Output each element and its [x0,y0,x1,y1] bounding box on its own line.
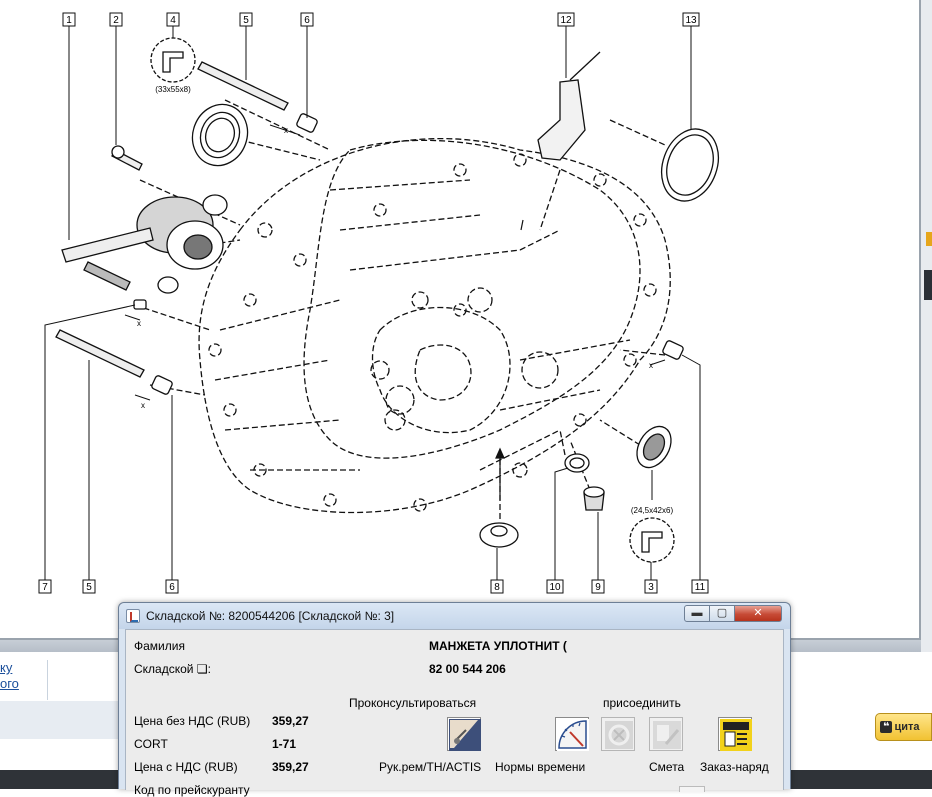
disabled-part-icon [605,721,633,749]
x-mark: x [141,401,145,410]
callout-7: 7 [42,582,48,593]
underlying-link[interactable]: ку [0,660,47,676]
quote-button[interactable]: ❝ цита [875,713,932,741]
x-mark: x [649,361,653,370]
x-mark: x [137,319,141,328]
callout-2: 2 [113,15,119,26]
stock-number-label: Складской ❏: [134,662,211,676]
price-code-label: Код по прейскуранту [134,783,250,797]
quote-button-label: цита [894,721,920,733]
minimize-button[interactable]: ▬ [684,605,710,622]
dialog-titlebar[interactable]: Складской №: 8200544206 [Складской №: 3]… [119,603,790,629]
part-info-dialog: Складской №: 8200544206 [Складской №: 3]… [118,602,791,797]
estimate-button[interactable] [649,717,683,751]
underlying-links: ку ого [0,660,48,700]
work-order-caption: Заказ-наряд [700,760,769,774]
callout-6-bottom: 6 [169,582,175,593]
underlying-link[interactable]: ого [0,676,47,692]
callout-12: 12 [560,15,572,26]
seal-dimension-bottom: (24,5x42x6) [631,506,674,515]
gearbox-housing-drawing: 1 2 4 5 6 12 13 7 5 6 8 10 9 3 11 (33x55… [38,12,720,594]
work-order-icon [720,719,752,751]
right-scroll-gutter [921,0,932,652]
field-edge [679,786,705,792]
work-order-button[interactable] [718,717,752,751]
price-no-vat-label: Цена без НДС (RUB) [134,714,251,728]
callout-13: 13 [685,15,697,26]
cort-label: CORT [134,737,168,751]
callout-10: 10 [549,582,561,593]
java-app-icon [126,609,140,623]
estimate-caption: Смета [649,760,685,774]
manual-caption: Рук.рем/TH/ACTIS [379,760,482,774]
dialog-content: Фамилия МАНЖЕТА УПЛОТНИТ ( Складской ❏: … [125,629,784,797]
callout-5-bottom: 5 [86,582,92,593]
price-no-vat-value: 359,27 [272,714,309,728]
side-widget-edge-dark [924,270,932,300]
callout-1: 1 [66,15,72,26]
consult-header: Проконсультироваться [349,696,477,710]
stopwatch-gauge-icon [557,719,589,751]
seal-dimension-top: (33x55x8) [155,85,191,94]
attach-part-button[interactable] [601,717,635,751]
disabled-estimate-icon [653,721,681,749]
callout-6-top: 6 [304,15,310,26]
manual-button[interactable] [447,717,481,751]
labor-times-button[interactable] [555,717,589,751]
stock-number-value: 82 00 544 206 [429,662,506,676]
callout-4: 4 [170,15,176,26]
underlying-panel [0,701,118,739]
side-widget-edge [926,232,932,246]
quote-icon: ❝ [880,721,893,733]
family-label: Фамилия [134,639,185,653]
family-value: МАНЖЕТА УПЛОТНИТ ( [429,639,567,653]
attach-header: присоединить [603,696,681,710]
exploded-parts-diagram: 1 2 4 5 6 12 13 7 5 6 8 10 9 3 11 (33x55… [0,0,921,640]
manual-book-icon [449,719,481,751]
callout-8: 8 [494,582,500,593]
maximize-button[interactable]: ▢ [709,605,735,622]
price-vat-value: 359,27 [272,760,309,774]
callout-3: 3 [648,582,654,593]
labor-times-caption: Нормы времени [495,760,586,774]
cort-value: 1-71 [272,737,297,751]
price-vat-label: Цена с НДС (RUB) [134,760,238,774]
close-button[interactable]: ✕ [734,605,782,622]
callout-5-top: 5 [243,15,249,26]
callout-9: 9 [595,582,601,593]
x-mark: x [284,126,288,135]
dialog-title: Складской №: 8200544206 [Складской №: 3] [146,609,395,623]
callout-11: 11 [695,582,706,593]
